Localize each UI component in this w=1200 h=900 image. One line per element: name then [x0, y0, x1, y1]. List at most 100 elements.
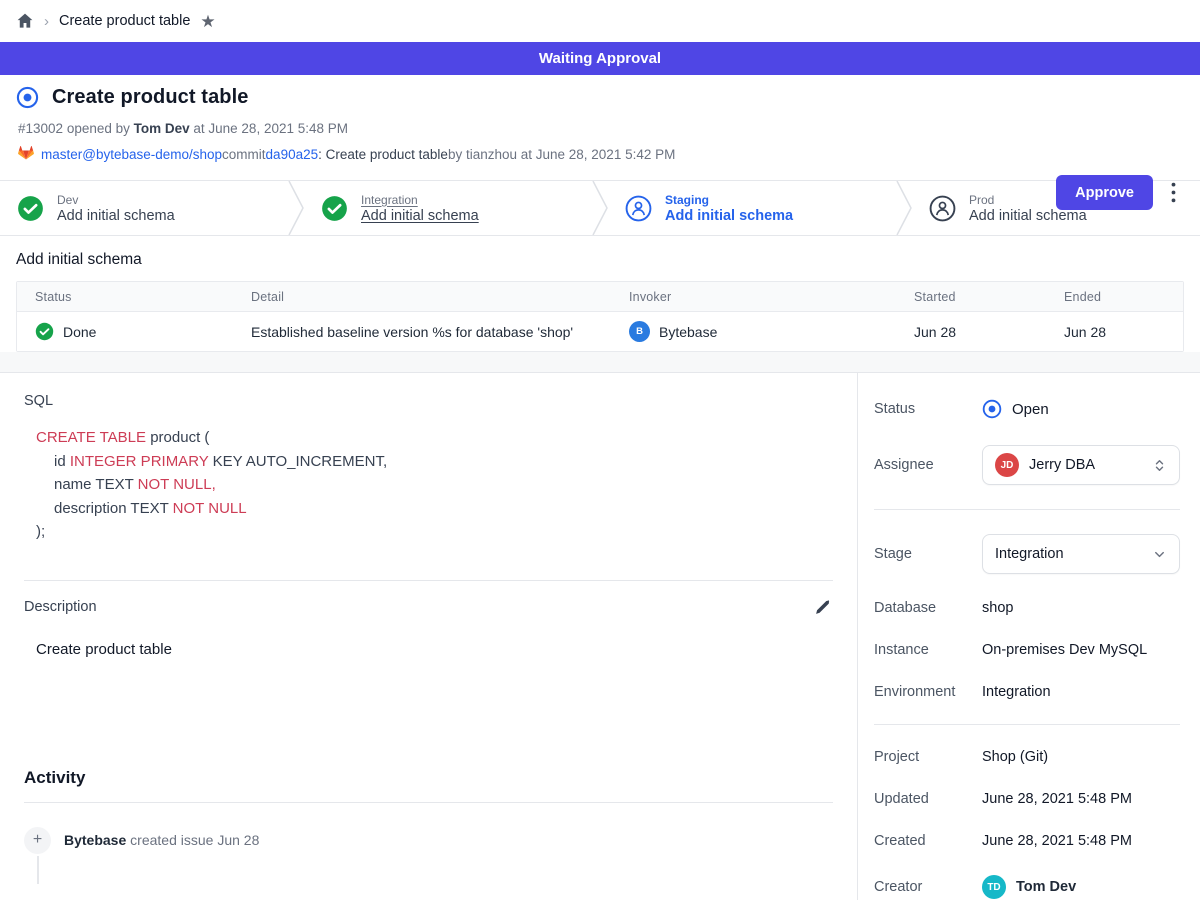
stage-select[interactable]: Integration	[982, 534, 1180, 574]
stage-env-label: Integration	[361, 193, 479, 207]
creator-label: Creator	[874, 879, 982, 895]
commit-line: master@bytebase-demo/shop commit da90a25…	[18, 145, 1176, 163]
section-gap	[0, 352, 1200, 372]
person-circle-icon	[929, 195, 956, 222]
breadcrumb-page-title[interactable]: Create product table	[59, 13, 190, 29]
issue-id: #13002	[18, 121, 63, 136]
plus-icon: +	[24, 827, 51, 854]
check-circle-icon	[321, 195, 348, 222]
task-section: Add initial schema Status Detail Invoker…	[0, 236, 1200, 372]
activity-author: Bytebase	[64, 832, 126, 848]
commit-word: commit	[222, 147, 266, 162]
opened-by-text: opened by	[63, 121, 134, 136]
database-row: Database shop	[874, 600, 1180, 616]
edit-pencil-icon[interactable]	[812, 597, 833, 618]
star-icon[interactable]: ★	[200, 13, 215, 30]
assignee-label: Assignee	[874, 457, 982, 473]
commit-hash-link[interactable]: da90a25	[266, 147, 319, 162]
stage-separator	[896, 181, 912, 235]
opened-at-text: at June 28, 2021 5:48 PM	[190, 121, 348, 136]
sql-code-block: CREATE TABLE product ( id INTEGER PRIMARY…	[36, 426, 833, 544]
task-status-text: Done	[63, 324, 96, 340]
task-detail-cell: Established baseline version %s for data…	[233, 324, 611, 340]
activity-title: Activity	[24, 768, 833, 788]
status-value: Open	[982, 399, 1049, 419]
task-ended-cell: Jun 28	[1046, 324, 1183, 340]
stage-row: Stage Integration	[874, 534, 1180, 574]
activity-action: created issue	[126, 832, 213, 848]
assignee-row: Assignee JD Jerry DBA	[874, 445, 1180, 485]
chevron-right-icon: ›	[44, 14, 49, 29]
issue-sidebar: Status Open Assignee JD Jerry DBA Stage …	[857, 373, 1200, 900]
issue-open-icon	[16, 86, 39, 109]
sql-text: id	[54, 453, 70, 470]
stage-task-label: Add initial schema	[665, 208, 793, 224]
task-status-cell: Done	[17, 322, 233, 341]
creator-row: Creator TD Tom Dev	[874, 875, 1180, 899]
created-value: June 28, 2021 5:48 PM	[982, 833, 1132, 849]
sql-label: SQL	[24, 393, 833, 409]
instance-row: Instance On-premises Dev MySQL	[874, 642, 1180, 658]
activity-date: Jun 28	[213, 832, 259, 848]
col-status: Status	[17, 290, 233, 304]
stage-staging[interactable]: Staging Add initial schema	[608, 181, 896, 235]
sql-keyword: INTEGER PRIMARY	[70, 453, 209, 470]
database-label: Database	[874, 600, 982, 616]
open-status-icon	[982, 399, 1002, 419]
sql-text: description TEXT	[54, 500, 173, 517]
divider	[24, 802, 833, 803]
col-invoker: Invoker	[611, 290, 896, 304]
person-circle-icon	[625, 195, 652, 222]
col-detail: Detail	[233, 290, 611, 304]
task-table-header: Status Detail Invoker Started Ended	[17, 282, 1183, 312]
sql-text: name TEXT	[54, 476, 138, 493]
updated-value: June 28, 2021 5:48 PM	[982, 791, 1132, 807]
status-text: Open	[1012, 401, 1049, 418]
table-row[interactable]: Done Established baseline version %s for…	[17, 312, 1183, 351]
description-label: Description	[24, 599, 97, 615]
sql-text: product (	[146, 429, 209, 446]
invoker-name: Bytebase	[659, 324, 717, 340]
task-table: Status Detail Invoker Started Ended Done…	[16, 281, 1184, 352]
col-ended: Ended	[1046, 290, 1183, 304]
created-row: Created June 28, 2021 5:48 PM	[874, 833, 1180, 849]
environment-label: Environment	[874, 684, 982, 700]
stage-integration[interactable]: Integration Add initial schema	[304, 181, 592, 235]
environment-value: Integration	[982, 684, 1051, 700]
created-label: Created	[874, 833, 982, 849]
avatar: TD	[982, 875, 1006, 899]
stage-pipeline: Dev Add initial schema Integration Add i…	[0, 180, 1200, 236]
status-banner-text: Waiting Approval	[539, 50, 661, 67]
activity-item: + Bytebase created issue Jun 28	[24, 827, 833, 854]
stage-task-label: Add initial schema	[57, 208, 175, 224]
divider	[874, 724, 1180, 725]
chevron-down-icon	[1152, 547, 1167, 562]
sql-text: );	[36, 523, 45, 540]
more-actions-icon[interactable]	[1169, 180, 1178, 205]
approve-button[interactable]: Approve	[1056, 175, 1153, 210]
creator-value: TD Tom Dev	[982, 875, 1076, 899]
page-title: Create product table	[52, 86, 248, 109]
creator-name: Tom Dev	[1016, 879, 1076, 895]
sql-text: KEY AUTO_INCREMENT,	[208, 453, 387, 470]
assignee-name: Jerry DBA	[1029, 457, 1142, 473]
stage-value: Integration	[995, 546, 1142, 562]
stage-label: Stage	[874, 546, 982, 562]
sql-keyword: CREATE TABLE	[36, 429, 146, 446]
divider	[874, 509, 1180, 510]
stage-env-label: Staging	[665, 193, 793, 207]
avatar: B	[629, 321, 650, 342]
breadcrumb: › Create product table ★	[0, 0, 1200, 42]
stage-dev[interactable]: Dev Add initial schema	[0, 181, 288, 235]
home-icon[interactable]	[16, 12, 34, 30]
commit-message: : Create product table	[318, 147, 448, 162]
stage-task-label: Add initial schema	[361, 208, 479, 224]
environment-row: Environment Integration	[874, 684, 1180, 700]
divider	[24, 580, 833, 581]
sql-keyword: NOT NULL,	[138, 476, 216, 493]
col-started: Started	[896, 290, 1046, 304]
branch-repo-link[interactable]: master@bytebase-demo/shop	[41, 147, 222, 162]
stage-separator	[592, 181, 608, 235]
assignee-select[interactable]: JD Jerry DBA	[982, 445, 1180, 485]
project-row: Project Shop (Git)	[874, 749, 1180, 765]
